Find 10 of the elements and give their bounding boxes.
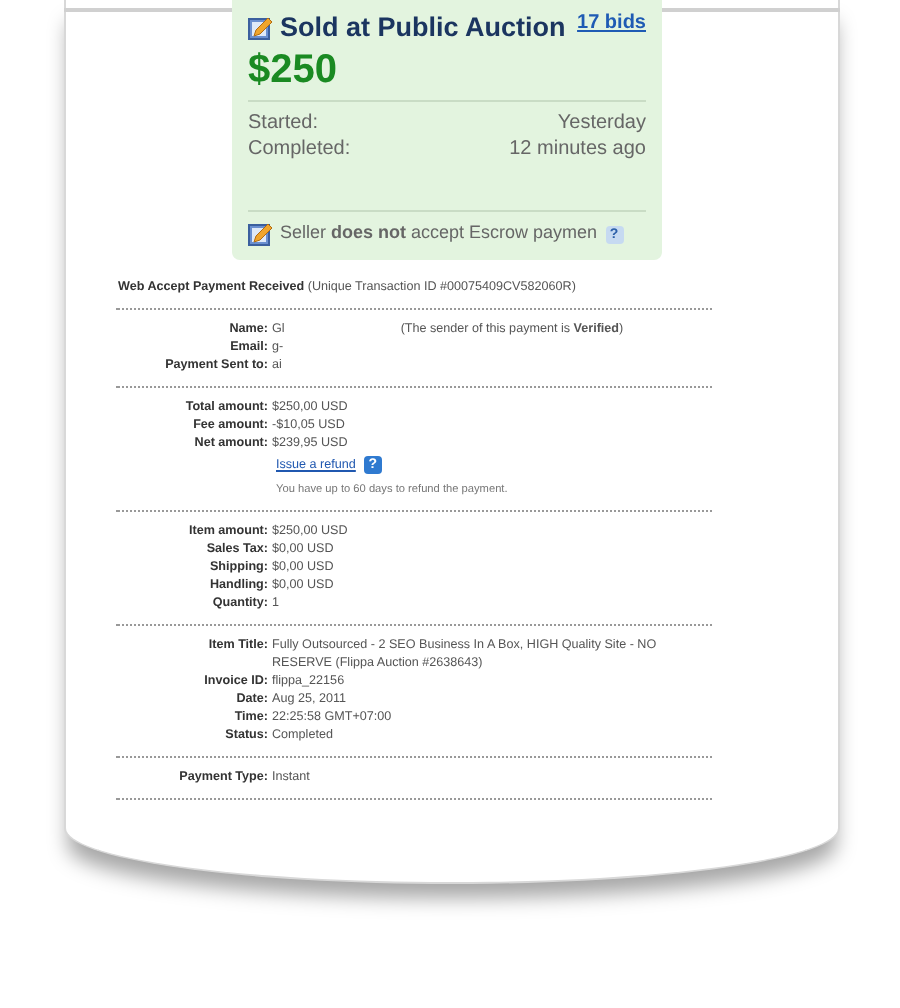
detail-value: 12 minutes ago [509,136,646,163]
detail-value: Yesterday [557,110,646,137]
price-text: $250 [248,48,339,93]
pencil-icon [248,222,272,246]
detail-label: Started: [248,110,319,137]
bids-link[interactable]: 17 bids [577,8,646,38]
detail-label: Completed: [248,136,351,163]
pencil-icon [248,16,272,41]
auction-title: Sold at Public Auction [280,10,566,46]
escrow-note: Seller does not accept Escrow paymen [280,220,598,247]
